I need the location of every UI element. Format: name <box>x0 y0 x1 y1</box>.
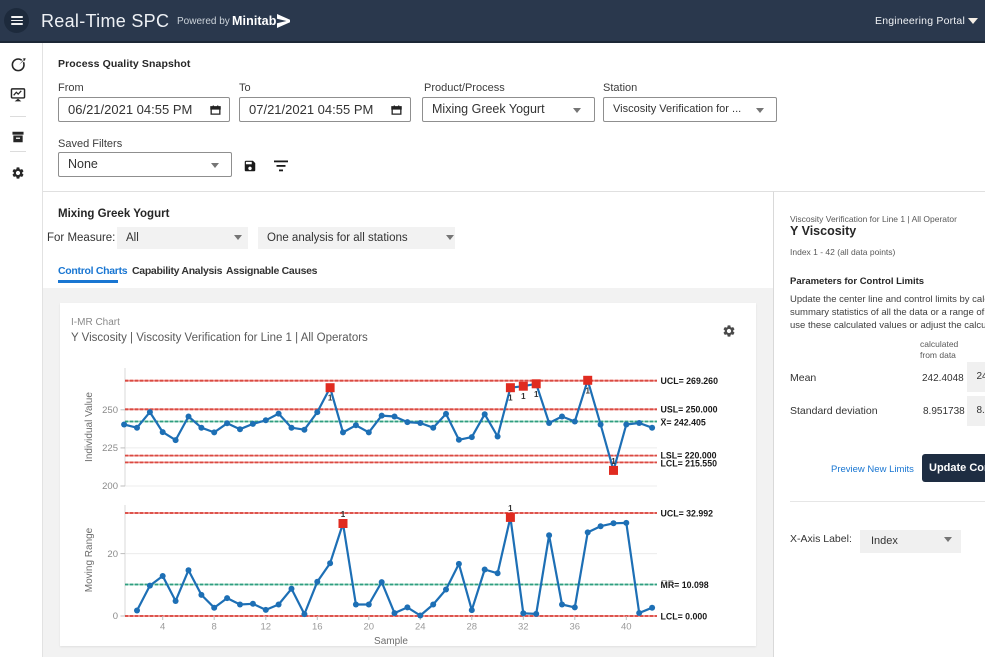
svg-text:M̅R̅= 10.098: M̅R̅= 10.098 <box>661 580 709 590</box>
svg-text:1: 1 <box>341 510 346 519</box>
svg-text:LCL= 215.550: LCL= 215.550 <box>661 459 718 469</box>
svg-text:24: 24 <box>415 622 426 633</box>
svg-text:20: 20 <box>107 549 118 560</box>
svg-text:32: 32 <box>518 622 529 633</box>
svg-text:USL= 250.000: USL= 250.000 <box>661 405 718 415</box>
svg-text:250: 250 <box>102 405 118 416</box>
svg-text:Sample: Sample <box>374 636 408 646</box>
svg-text:0: 0 <box>113 611 118 622</box>
svg-text:1: 1 <box>534 390 539 399</box>
svg-text:40: 40 <box>621 622 632 633</box>
svg-text:Moving Range: Moving Range <box>84 527 95 592</box>
svg-text:Individual Value: Individual Value <box>84 392 95 462</box>
svg-text:8: 8 <box>212 622 217 633</box>
svg-text:36: 36 <box>570 622 581 633</box>
svg-text:16: 16 <box>312 622 323 633</box>
svg-text:1: 1 <box>508 504 513 513</box>
svg-text:1: 1 <box>508 394 513 403</box>
svg-text:1: 1 <box>585 386 590 395</box>
svg-text:X̅= 242.405: X̅= 242.405 <box>660 418 705 428</box>
svg-text:1: 1 <box>521 392 526 401</box>
svg-text:1: 1 <box>611 457 616 466</box>
svg-text:28: 28 <box>467 622 478 633</box>
svg-text:UCL= 32.992: UCL= 32.992 <box>661 508 714 518</box>
svg-text:LCL= 0.000: LCL= 0.000 <box>661 611 708 621</box>
svg-text:12: 12 <box>261 622 272 633</box>
svg-text:225: 225 <box>102 443 118 454</box>
svg-text:4: 4 <box>160 622 165 633</box>
svg-text:200: 200 <box>102 481 118 492</box>
svg-text:1: 1 <box>328 394 333 403</box>
svg-text:UCL= 269.260: UCL= 269.260 <box>661 376 719 386</box>
svg-text:20: 20 <box>364 622 375 633</box>
